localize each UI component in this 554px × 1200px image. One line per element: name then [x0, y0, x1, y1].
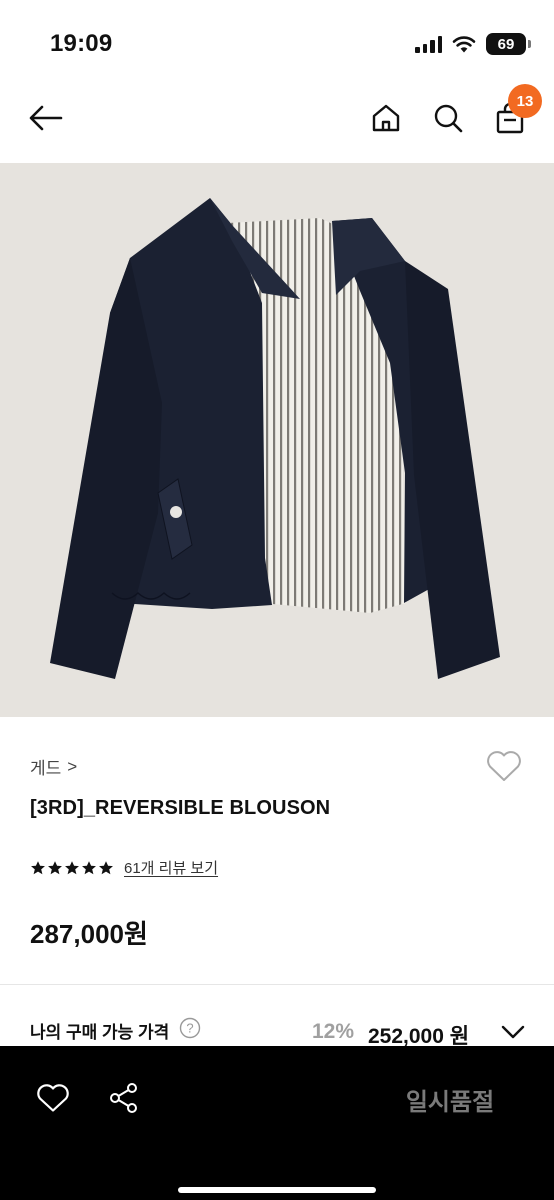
star-icon	[31, 860, 45, 874]
product-price: 287,000원	[30, 919, 148, 949]
jacket-illustration	[50, 198, 500, 679]
wifi-icon	[452, 36, 476, 53]
cart-count-badge: 13	[508, 84, 542, 118]
battery-icon: 69	[486, 33, 531, 55]
share-icon	[110, 1083, 137, 1113]
search-button[interactable]	[426, 96, 470, 140]
status-time: 19:09	[50, 30, 113, 57]
wishlist-button[interactable]	[482, 746, 526, 786]
product-image[interactable]	[0, 163, 554, 717]
my-price-row[interactable]: 나의 구매 가능 가격 ? 12% 252,000 원	[0, 1014, 554, 1050]
chevron-right-icon: >	[67, 756, 78, 776]
sold-out-button[interactable]: 일시품절	[380, 1082, 520, 1117]
battery-level: 69	[497, 35, 515, 53]
divider	[0, 984, 554, 985]
rating-row: 61개 리뷰 보기	[30, 857, 218, 878]
cellular-signal-icon	[415, 35, 442, 53]
my-price-label: 나의 구매 가능 가격	[30, 1023, 170, 1042]
home-button[interactable]	[364, 96, 408, 140]
status-icons: 69	[415, 32, 531, 56]
product-name: [3RD]_REVERSIBLE BLOUSON	[30, 797, 331, 819]
star-icon	[65, 860, 79, 874]
rating-stars	[30, 860, 114, 876]
heart-outline-icon	[487, 751, 521, 781]
search-icon	[434, 104, 463, 133]
nav-bar	[0, 86, 554, 152]
star-icon	[99, 860, 113, 874]
discount-rate: 12%	[312, 1020, 355, 1043]
expand-button[interactable]	[498, 1018, 528, 1046]
svg-text:?: ?	[186, 1021, 193, 1036]
home-icon	[372, 104, 400, 132]
star-icon	[48, 860, 62, 874]
arrow-left-icon	[29, 105, 63, 131]
heart-icon	[37, 1084, 69, 1112]
help-icon[interactable]: ?	[179, 1017, 201, 1039]
home-indicator	[178, 1187, 376, 1193]
status-bar: 19:09 69	[0, 0, 554, 80]
brand-link[interactable]: 게드 >	[30, 754, 77, 779]
star-icon	[82, 860, 96, 874]
brand-name: 게드	[30, 759, 62, 778]
chevron-down-icon	[501, 1025, 525, 1039]
review-link[interactable]: 61개 리뷰 보기	[124, 857, 218, 878]
like-button[interactable]	[31, 1076, 75, 1120]
back-button[interactable]	[24, 96, 68, 140]
bottom-action-bar: 일시품절	[0, 1046, 554, 1200]
share-button[interactable]	[102, 1076, 146, 1120]
